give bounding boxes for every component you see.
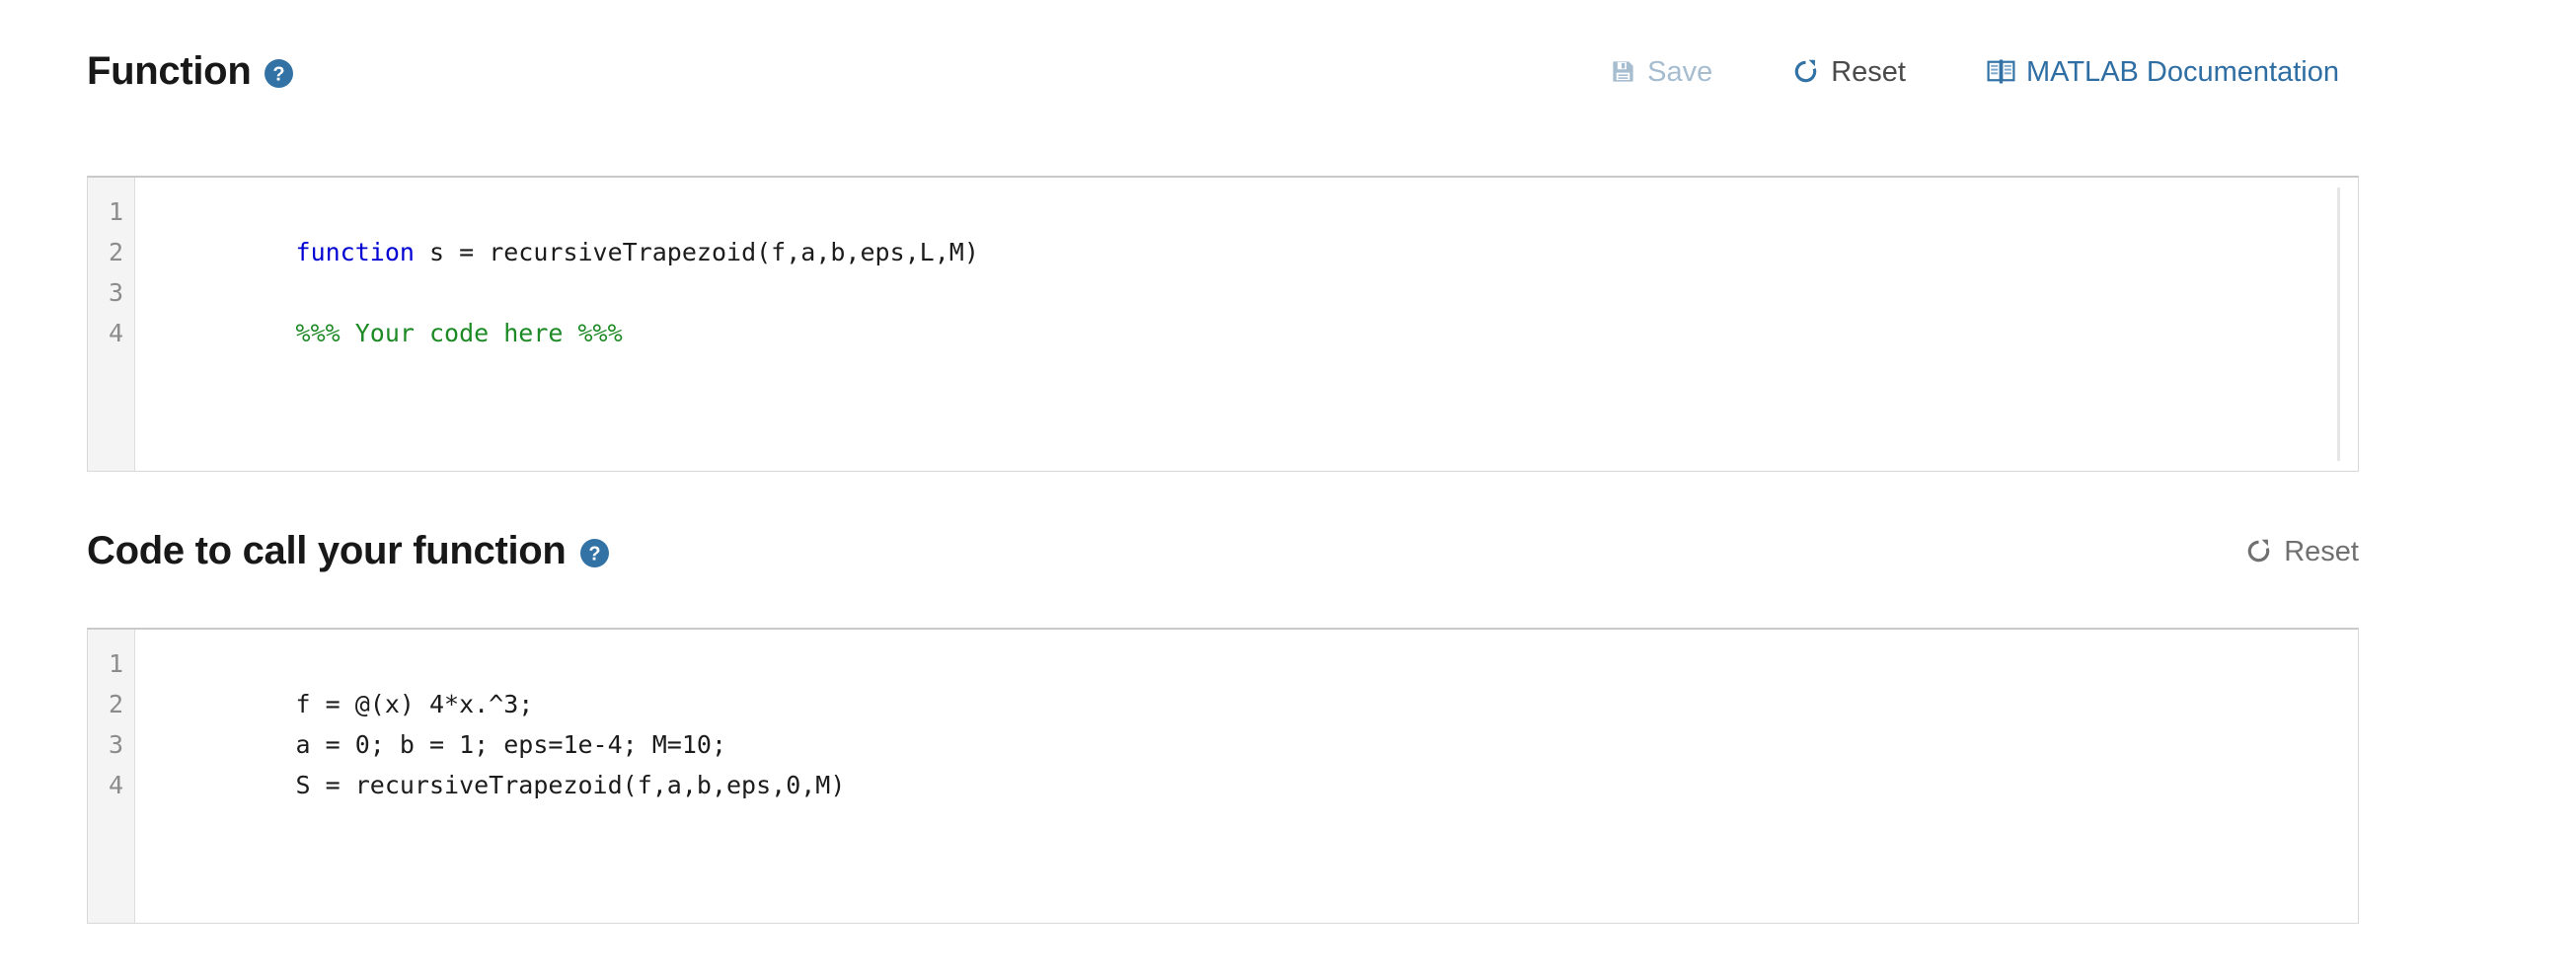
call-code-section-header: Code to call your function ? Reset bbox=[87, 521, 2359, 580]
function-line-number-gutter: 1 2 3 4 bbox=[88, 178, 135, 471]
call-code-toolbar: Reset bbox=[2225, 531, 2359, 571]
refresh-reset-icon bbox=[2244, 537, 2273, 565]
reset-call-code-label: Reset bbox=[2284, 535, 2359, 567]
matlab-documentation-label: MATLAB Documentation bbox=[2026, 55, 2339, 88]
line-number: 2 bbox=[108, 690, 123, 718]
help-circle-icon[interactable]: ? bbox=[579, 538, 609, 567]
code-line: f = @(x) 4*x.^3; bbox=[147, 643, 2358, 718]
line-number: 4 bbox=[108, 319, 123, 347]
code-line: function s = recursiveTrapezoid(f,a,b,ep… bbox=[147, 191, 2358, 266]
code-token-text: a = 0; b = 1; eps=1e-4; M=10; bbox=[295, 730, 727, 759]
floppy-disk-save-icon bbox=[1610, 58, 1636, 85]
line-number: 2 bbox=[108, 238, 123, 266]
function-code-editor[interactable]: 1 2 3 4 function s = recursiveTrapezoid(… bbox=[87, 176, 2359, 472]
code-line: %%% Your code here %%% bbox=[147, 272, 2358, 347]
refresh-reset-icon bbox=[1791, 57, 1820, 86]
function-editor-inner: 1 2 3 4 function s = recursiveTrapezoid(… bbox=[88, 178, 2358, 471]
function-code-area[interactable]: function s = recursiveTrapezoid(f,a,b,ep… bbox=[135, 178, 2358, 471]
save-button[interactable]: Save bbox=[1590, 51, 1732, 92]
open-book-icon bbox=[1987, 58, 2015, 84]
call-code-title-group: Code to call your function ? bbox=[87, 531, 609, 570]
reset-function-label: Reset bbox=[1831, 55, 1906, 88]
function-title-group: Function ? bbox=[87, 49, 294, 93]
code-token-keyword: function bbox=[295, 238, 415, 266]
matlab-documentation-link[interactable]: MATLAB Documentation bbox=[1967, 51, 2359, 92]
call-code-editor-inner: 1 2 3 4 f = @(x) 4*x.^3; a = 0; b = 1; e… bbox=[88, 630, 2358, 923]
line-number: 3 bbox=[108, 278, 123, 307]
page-title: Function bbox=[87, 49, 252, 93]
call-code-line-number-gutter: 1 2 3 4 bbox=[88, 630, 135, 923]
svg-text:?: ? bbox=[588, 543, 600, 565]
help-circle-icon[interactable]: ? bbox=[265, 58, 294, 88]
line-number: 4 bbox=[108, 771, 123, 799]
function-toolbar: Save Reset MATLAB Documentation bbox=[1590, 51, 2359, 92]
line-number: 1 bbox=[108, 649, 123, 678]
section-title-call-code: Code to call your function bbox=[87, 529, 567, 572]
svg-text:?: ? bbox=[273, 63, 285, 85]
code-token-text: f = @(x) 4*x.^3; bbox=[295, 690, 534, 718]
line-number: 3 bbox=[108, 730, 123, 759]
code-token-text: S = recursiveTrapezoid(f,a,b,eps,0,M) bbox=[295, 771, 846, 799]
call-code-area[interactable]: f = @(x) 4*x.^3; a = 0; b = 1; eps=1e-4;… bbox=[135, 630, 2358, 923]
matlab-grader-panel: Function ? Save Reset MATLAB Documentati… bbox=[0, 0, 2576, 979]
save-label: Save bbox=[1647, 55, 1713, 88]
call-code-editor[interactable]: 1 2 3 4 f = @(x) 4*x.^3; a = 0; b = 1; e… bbox=[87, 628, 2359, 924]
function-section-header: Function ? Save Reset MATLAB Documentati… bbox=[87, 41, 2359, 101]
reset-call-code-button[interactable]: Reset bbox=[2225, 531, 2359, 571]
code-token-text: s = recursiveTrapezoid(f,a,b,eps,L,M) bbox=[414, 238, 979, 266]
reset-function-button[interactable]: Reset bbox=[1772, 51, 1926, 92]
line-number: 1 bbox=[108, 197, 123, 226]
code-token-comment: %%% Your code here %%% bbox=[295, 319, 623, 347]
editor-right-rail bbox=[2337, 188, 2340, 461]
